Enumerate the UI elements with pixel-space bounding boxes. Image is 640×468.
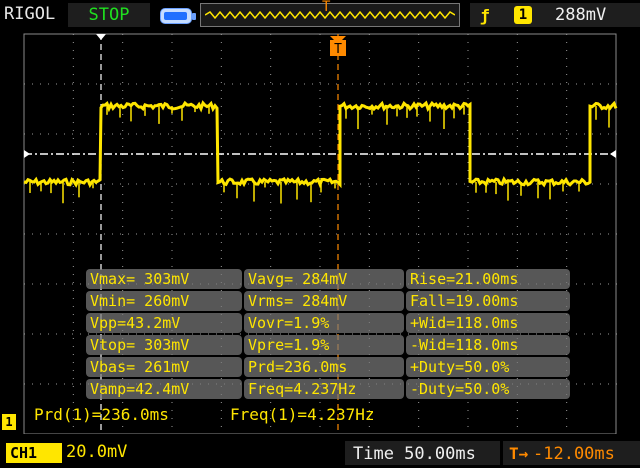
measurement-row: Vmin= 260mV Vrms= 284mV Fall=19.00ms — [86, 290, 570, 312]
measurement-cell: Vmin= 260mV — [86, 291, 242, 311]
measurement-cell: Prd=236.0ms — [244, 357, 404, 377]
top-status-bar: RIGOL STOP T ƒ 1 288mV — [0, 0, 640, 32]
timebase-value: Time 50.00ms — [353, 444, 476, 464]
measurement-cell: Vmax= 303mV — [86, 269, 242, 289]
measurement-row: Vamp=42.4mV Freq=4.237Hz -Duty=50.0% — [86, 378, 570, 400]
trigger-channel-badge: 1 — [514, 6, 532, 24]
trigger-flag-icon: T — [330, 36, 346, 57]
run-stop-status[interactable]: STOP — [68, 3, 150, 27]
measurement-cell: Rise=21.00ms — [406, 269, 570, 289]
measurement-cell: +Duty=50.0% — [406, 357, 570, 377]
measurement-cell: Vtop= 303mV — [86, 335, 242, 355]
trigger-level: 288mV — [555, 5, 607, 25]
measurement-row: Vtop= 303mV Vpre=1.9% -Wid=118.0ms — [86, 334, 570, 356]
trigger-offset-box[interactable]: T→ -12.00ms — [503, 441, 640, 465]
measurement-cell: Vpre=1.9% — [244, 335, 404, 355]
bottom-status-bar: CH1 20.0mV Time 50.00ms T→ -12.00ms — [0, 437, 640, 468]
brand-logo: RIGOL — [4, 4, 56, 24]
measurement-row: Vpp=43.2mV Vovr=1.9% +Wid=118.0ms — [86, 312, 570, 334]
ch1-label[interactable]: CH1 — [6, 443, 62, 463]
measurement-cell: Freq=4.237Hz — [244, 379, 404, 399]
trigger-settings[interactable]: ƒ 1 288mV — [470, 3, 640, 27]
ch1-trace-line — [23, 100, 618, 189]
measurement-cell: +Wid=118.0ms — [406, 313, 570, 333]
measurement-row: Vmax= 303mV Vavg= 284mV Rise=21.00ms — [86, 268, 570, 290]
cursor-marker-icon — [96, 34, 106, 40]
measurement-cell: Vavg= 284mV — [244, 269, 404, 289]
measurement-cell: Vamp=42.4mV — [86, 379, 242, 399]
trigger-offset-value: -12.00ms — [533, 444, 615, 464]
left-offset-marker — [24, 150, 30, 158]
measurement-row: Vbas= 261mV Prd=236.0ms +Duty=50.0% — [86, 356, 570, 378]
measurement-table: Vmax= 303mV Vavg= 284mV Rise=21.00ms Vmi… — [86, 268, 570, 400]
period-readout: Prd(1)=236.0ms — [34, 405, 169, 424]
measurement-cell: Vbas= 261mV — [86, 357, 242, 377]
ch1-trace — [23, 100, 618, 204]
rising-edge-icon: ƒ — [480, 6, 490, 25]
measurement-cell: Vpp=43.2mV — [86, 313, 242, 333]
ch1-ground-marker: 1 — [2, 414, 16, 430]
battery-icon — [160, 8, 196, 24]
measurement-cell: -Duty=50.0% — [406, 379, 570, 399]
svg-text:T: T — [334, 42, 342, 57]
trigger-offset-icon: T→ — [509, 444, 529, 463]
measurement-cell: Vrms= 284mV — [244, 291, 404, 311]
timebase-box[interactable]: Time 50.00ms — [345, 441, 500, 465]
measurement-cell: Fall=19.00ms — [406, 291, 570, 311]
frequency-readout: Freq(1)=4.237Hz — [230, 405, 375, 424]
right-offset-marker — [610, 150, 616, 158]
measurement-cell: -Wid=118.0ms — [406, 335, 570, 355]
trigger-position-icon: T — [322, 0, 331, 15]
ch1-vertical-scale[interactable]: 20.0mV — [66, 442, 127, 462]
measurement-cell: Vovr=1.9% — [244, 313, 404, 333]
